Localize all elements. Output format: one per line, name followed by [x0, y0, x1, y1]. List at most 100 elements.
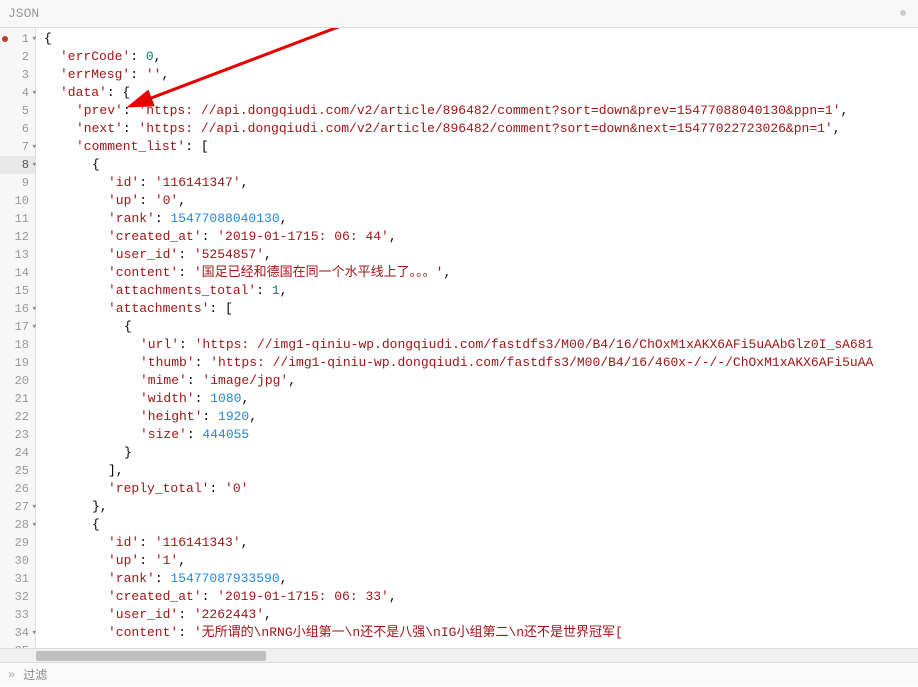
- line-number[interactable]: 33: [0, 606, 35, 624]
- code-line[interactable]: 'user_id': '5254857',: [36, 246, 918, 264]
- code-line[interactable]: {: [36, 156, 918, 174]
- code-line[interactable]: 'content': '国足已经和德国在同一个水平线上了。。。',: [36, 264, 918, 282]
- line-number[interactable]: 32: [0, 588, 35, 606]
- line-number[interactable]: 6: [0, 120, 35, 138]
- code-line[interactable]: 'up': '1',: [36, 552, 918, 570]
- token-pun: ,: [249, 409, 257, 424]
- token-key: 'up': [108, 553, 139, 568]
- line-number[interactable]: 34: [0, 624, 35, 642]
- code-line[interactable]: 'thumb': 'https: //img1-qiniu-wp.dongqiu…: [36, 354, 918, 372]
- line-number[interactable]: 1: [0, 30, 35, 48]
- token-key: 'reply_total': [108, 481, 209, 496]
- line-number[interactable]: 16: [0, 300, 35, 318]
- token-key: 'data': [60, 85, 107, 100]
- line-number[interactable]: 4: [0, 84, 35, 102]
- code-area[interactable]: {'errCode': 0,'errMesg': '','data': {'pr…: [36, 28, 918, 648]
- token-pun: :: [123, 121, 139, 136]
- token-key: 'mime': [140, 373, 187, 388]
- token-pun: : [: [209, 301, 232, 316]
- scrollbar-thumb[interactable]: [36, 651, 266, 661]
- footer-bar: » 过滤: [0, 662, 918, 686]
- token-pun: :: [139, 553, 155, 568]
- code-line[interactable]: 'url': 'https: //img1-qiniu-wp.dongqiudi…: [36, 336, 918, 354]
- code-line[interactable]: 'height': 1920,: [36, 408, 918, 426]
- line-number[interactable]: 28: [0, 516, 35, 534]
- token-pun: :: [155, 571, 171, 586]
- line-number[interactable]: 11: [0, 210, 35, 228]
- token-key: 'content': [108, 625, 178, 640]
- code-line[interactable]: 'attachments_total': 1,: [36, 282, 918, 300]
- token-pun: : [: [185, 139, 208, 154]
- line-number[interactable]: 17: [0, 318, 35, 336]
- code-line[interactable]: 'content': '无所谓的\nRNG小组第一\n还不是八强\nIG小组第二…: [36, 624, 918, 642]
- code-line[interactable]: 'id': '116141347',: [36, 174, 918, 192]
- code-line[interactable]: 'user_id': '2262443',: [36, 606, 918, 624]
- filter-label[interactable]: 过滤: [23, 666, 47, 683]
- code-line[interactable]: 'mime': 'image/jpg',: [36, 372, 918, 390]
- token-pun: :: [178, 247, 194, 262]
- line-number-gutter[interactable]: 1234567891011121314151617181920212223242…: [0, 28, 36, 648]
- line-number[interactable]: 3: [0, 66, 35, 84]
- token-str: '国足已经和德国在同一个水平线上了。。。': [194, 265, 444, 280]
- line-number[interactable]: 29: [0, 534, 35, 552]
- code-line[interactable]: },: [36, 498, 918, 516]
- line-number[interactable]: 30: [0, 552, 35, 570]
- line-number[interactable]: 26: [0, 480, 35, 498]
- code-line[interactable]: 'errCode': 0,: [36, 48, 918, 66]
- line-number[interactable]: 10: [0, 192, 35, 210]
- line-number[interactable]: 12: [0, 228, 35, 246]
- token-pun: ,: [389, 589, 397, 604]
- code-line[interactable]: 'prev': 'https: //api.dongqiudi.com/v2/a…: [36, 102, 918, 120]
- code-line[interactable]: 'next': 'https: //api.dongqiudi.com/v2/a…: [36, 120, 918, 138]
- code-line[interactable]: {: [36, 516, 918, 534]
- token-str: '2019-01-1715: 06: 44': [217, 229, 389, 244]
- line-number[interactable]: 19: [0, 354, 35, 372]
- line-number[interactable]: 7: [0, 138, 35, 156]
- line-number[interactable]: 21: [0, 390, 35, 408]
- token-str: 'https: //img1-qiniu-wp.dongqiudi.com/fa…: [195, 337, 874, 352]
- code-line[interactable]: 'created_at': '2019-01-1715: 06: 44',: [36, 228, 918, 246]
- code-line[interactable]: 'width': 1080,: [36, 390, 918, 408]
- token-num: 0: [146, 49, 154, 64]
- code-line[interactable]: 'rank': 15477087933590,: [36, 570, 918, 588]
- code-line[interactable]: 'attachments': [: [36, 300, 918, 318]
- line-number[interactable]: 5: [0, 102, 35, 120]
- token-pun: :: [130, 49, 146, 64]
- line-number[interactable]: 31: [0, 570, 35, 588]
- code-line[interactable]: {: [36, 30, 918, 48]
- code-line[interactable]: ],: [36, 462, 918, 480]
- code-line[interactable]: 'data': {: [36, 84, 918, 102]
- line-number[interactable]: 8: [0, 156, 35, 174]
- line-number[interactable]: 2: [0, 48, 35, 66]
- editor: 1234567891011121314151617181920212223242…: [0, 28, 918, 648]
- code-line[interactable]: 'reply_total': '0': [36, 480, 918, 498]
- token-str: '5254857': [194, 247, 264, 262]
- line-number[interactable]: 27: [0, 498, 35, 516]
- chevron-right-icon[interactable]: »: [8, 668, 15, 682]
- line-number[interactable]: 15: [0, 282, 35, 300]
- line-number[interactable]: 20: [0, 372, 35, 390]
- horizontal-scrollbar[interactable]: [0, 648, 918, 662]
- line-number[interactable]: 18: [0, 336, 35, 354]
- code-line[interactable]: }: [36, 444, 918, 462]
- code-line[interactable]: 'up': '0',: [36, 192, 918, 210]
- token-str: '116141343': [155, 535, 241, 550]
- code-line[interactable]: {: [36, 318, 918, 336]
- line-number[interactable]: 9: [0, 174, 35, 192]
- code-line[interactable]: 'created_at': '2019-01-1715: 06: 33',: [36, 588, 918, 606]
- line-number[interactable]: 13: [0, 246, 35, 264]
- token-key: 'created_at': [108, 589, 202, 604]
- token-key: 'width': [140, 391, 195, 406]
- line-number[interactable]: 14: [0, 264, 35, 282]
- code-line[interactable]: 'comment_list': [: [36, 138, 918, 156]
- token-big: 1080: [210, 391, 241, 406]
- token-key: 'attachments': [108, 301, 209, 316]
- line-number[interactable]: 24: [0, 444, 35, 462]
- code-line[interactable]: 'id': '116141343',: [36, 534, 918, 552]
- line-number[interactable]: 25: [0, 462, 35, 480]
- line-number[interactable]: 22: [0, 408, 35, 426]
- code-line[interactable]: 'rank': 15477088040130,: [36, 210, 918, 228]
- code-line[interactable]: 'errMesg': '',: [36, 66, 918, 84]
- code-line[interactable]: 'size': 444055: [36, 426, 918, 444]
- line-number[interactable]: 23: [0, 426, 35, 444]
